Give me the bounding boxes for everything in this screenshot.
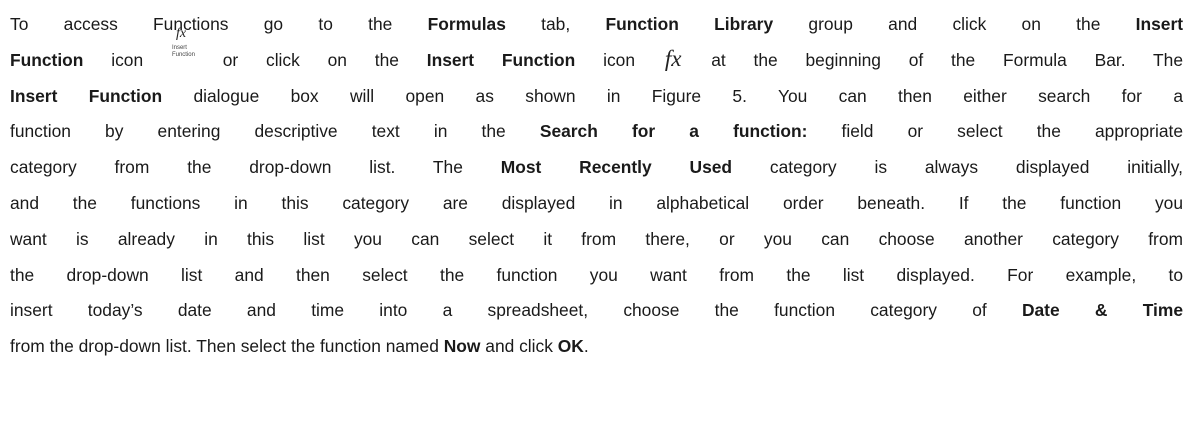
insert-function-ribbon-icon: fx Insert Function <box>171 26 195 68</box>
text-run: category is always displayed initially, <box>732 157 1183 178</box>
bold-term-function-library: Function Library <box>605 14 774 34</box>
paragraph-line-3: Insert Function dialogue box will open a… <box>10 79 1183 115</box>
text-run: from the drop-down list. Then select the… <box>10 336 444 357</box>
text-run: function by entering descriptive text in… <box>10 121 540 142</box>
text-run: or click on the <box>194 49 427 70</box>
paragraph-line-10: from the drop-down list. Then select the… <box>10 329 1183 365</box>
bold-term-ok: OK <box>557 336 584 357</box>
text-run: field or select the appropriate <box>807 121 1183 142</box>
text-run: the drop-down list and then select the f… <box>10 264 1183 285</box>
bold-term-search-field: Search for a function: <box>539 121 808 142</box>
text-run: dialogue box will open as shown in Figur… <box>162 85 1183 106</box>
paragraph-line-4: function by entering descriptive text in… <box>10 114 1183 150</box>
bold-term-insert-function: Insert Function <box>426 49 576 70</box>
text-run: and the functions in this category are d… <box>10 192 1183 213</box>
bold-term-formulas: Formulas <box>427 14 506 34</box>
paragraph-line-6: and the functions in this category are d… <box>10 186 1183 222</box>
bold-term-now: Now <box>443 336 481 357</box>
text-run: at the beginning of the Formula Bar. The <box>683 49 1183 70</box>
bold-term-most-recently-used: Most Recently Used <box>500 157 733 178</box>
paragraph-line-9: insert today’s date and time into a spre… <box>10 293 1183 329</box>
bold-term-insert: Insert <box>1135 14 1184 34</box>
text-run: want is already in this list you can sel… <box>10 228 1183 249</box>
text-run: category from the drop-down list. The <box>10 157 501 178</box>
text-run: To access Functions go to the <box>10 14 428 34</box>
text-run: icon <box>83 49 171 70</box>
paragraph-line-5: category from the drop-down list. The Mo… <box>10 150 1183 186</box>
paragraph-line-2: Function icon fx Insert Function or click … <box>10 26 1183 79</box>
text-run: insert today’s date and time into a spre… <box>10 300 1022 321</box>
paragraph-line-8: the drop-down list and then select the f… <box>10 258 1183 294</box>
text-run: and click <box>480 336 558 357</box>
ribbon-icon-caption: Function <box>171 51 195 58</box>
text-run: tab, <box>505 14 606 34</box>
formula-bar-fx-icon: fx <box>664 45 682 71</box>
instruction-paragraph: To access Functions go to the Formulas t… <box>10 7 1183 365</box>
bold-term-date-time: Date & Time <box>1021 300 1183 321</box>
document-page: To access Functions go to the Formulas t… <box>0 0 1193 426</box>
fx-icon: fx <box>175 25 187 41</box>
text-run: group and click on the <box>773 14 1136 34</box>
bold-term-insert-function: Insert Function <box>10 85 163 106</box>
text-run: . <box>583 336 589 357</box>
bold-term-function: Function <box>10 49 84 70</box>
paragraph-line-7: want is already in this list you can sel… <box>10 222 1183 258</box>
text-run: icon <box>575 49 663 70</box>
ribbon-icon-caption: Insert <box>171 44 187 51</box>
